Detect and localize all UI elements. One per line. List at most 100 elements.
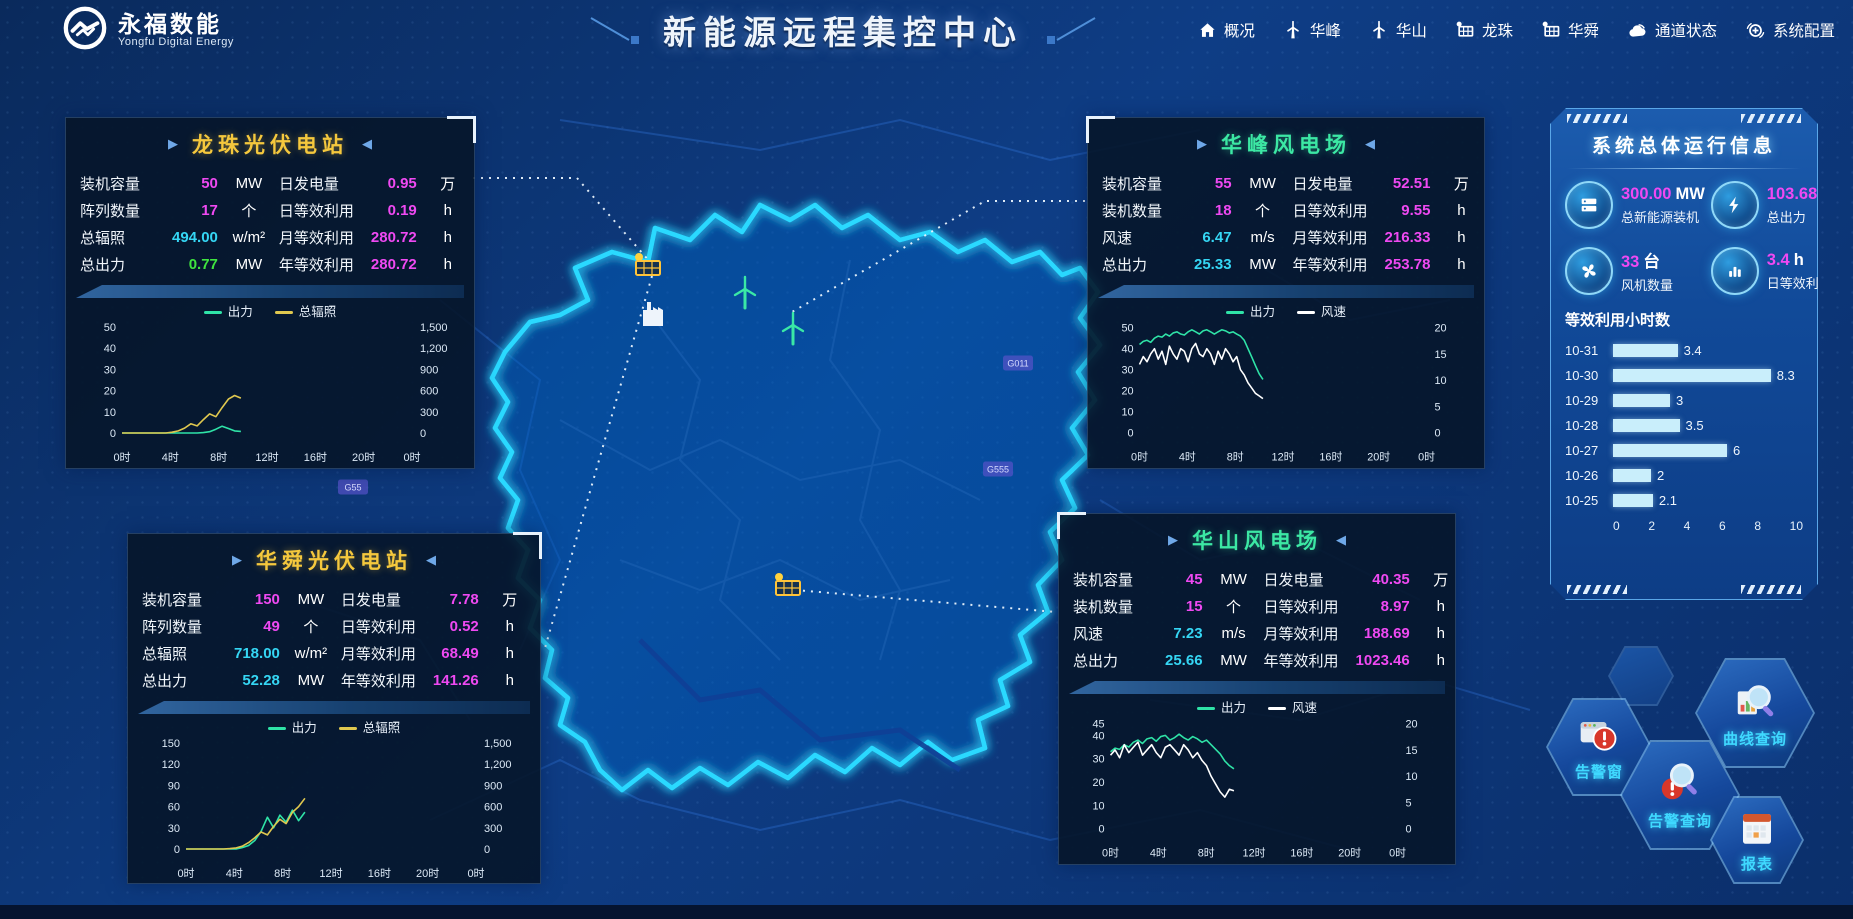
nav-item-概况[interactable]: 概况 <box>1198 19 1255 41</box>
stat-label: 总辐照 <box>80 227 172 248</box>
svg-text:900: 900 <box>420 364 438 376</box>
stat-value: 45 <box>1165 571 1212 588</box>
bar-fill <box>1613 494 1653 507</box>
stat-row: 月等效利用216.33h <box>1293 224 1484 251</box>
legend-entry: 总辐照 <box>339 717 401 736</box>
stat-value: 25.33 <box>1194 256 1241 273</box>
huafeng-output-chart: 01020304050051015200时4时8时12时16时20时0时 <box>1092 321 1480 469</box>
svg-text:600: 600 <box>484 802 502 814</box>
stat-unit: MW <box>227 256 271 273</box>
page-title-block: 新能源远程集控中心 <box>585 6 1101 54</box>
svg-text:16时: 16时 <box>1319 450 1342 463</box>
svg-text:20时: 20时 <box>416 867 439 880</box>
svg-text:40: 40 <box>1092 730 1104 742</box>
stat-value: 150 <box>234 591 289 608</box>
svg-text:G55: G55 <box>344 483 361 493</box>
page-title: 新能源远程集控中心 <box>663 6 1023 54</box>
nav-item-通道状态[interactable]: 通道状态 <box>1627 19 1717 41</box>
legend-entry: 出力 <box>1197 697 1246 716</box>
stat-label: 日发电量 <box>341 589 433 610</box>
stat-label: 日发电量 <box>279 173 371 194</box>
nav-item-龙珠[interactable]: 龙珠 <box>1455 19 1513 41</box>
stat-unit: w/m² <box>227 229 271 246</box>
svg-text:20时: 20时 <box>352 451 375 464</box>
svg-text:1,500: 1,500 <box>484 738 512 750</box>
nav-item-华舜[interactable]: 华舜 <box>1541 19 1599 41</box>
stat-row: 日等效利用0.52h <box>341 613 532 640</box>
svg-text:20: 20 <box>1092 777 1104 789</box>
logo-name-en: Yongfu Digital Energy <box>118 36 234 48</box>
huashan-station-panel: ▶ 华山风电场 ◀ 装机容量45MW装机数量15个风速7.23m/s总出力25.… <box>1058 513 1456 865</box>
logo: 永福数能 Yongfu Digital Energy <box>62 5 234 56</box>
solar-panel-icon <box>1455 20 1475 40</box>
stat-unit: h <box>1439 229 1483 246</box>
bar-value: 8.3 <box>1777 368 1795 383</box>
stat-unit: 万 <box>488 589 532 610</box>
svg-text:1,200: 1,200 <box>484 759 512 771</box>
home-icon <box>1198 21 1217 40</box>
stat-row: 总辐照718.00w/m² <box>142 640 333 667</box>
svg-text:90: 90 <box>168 780 180 792</box>
stat-row: 日发电量7.78万 <box>341 586 532 613</box>
bar-chart-icon <box>1711 247 1759 295</box>
stat-label: 装机容量 <box>1073 569 1165 590</box>
bar-date: 10-29 <box>1565 393 1613 408</box>
svg-text:8时: 8时 <box>210 451 227 464</box>
stat-row: 月等效利用68.49h <box>341 640 532 667</box>
svg-text:150: 150 <box>162 738 180 750</box>
station-stats: 装机容量50MW阵列数量17个总辐照494.00w/m²总出力0.77MW 日发… <box>66 164 474 280</box>
svg-text:15: 15 <box>1434 349 1446 361</box>
svg-text:900: 900 <box>484 780 502 792</box>
system-stat: 3.4h日等效利用 <box>1711 247 1851 295</box>
stat-row: 日等效利用8.97h <box>1264 593 1463 620</box>
channel-status-icon <box>1627 20 1648 41</box>
hatch-decor <box>1567 114 1627 123</box>
bar-date: 10-30 <box>1565 368 1613 383</box>
svg-text:20: 20 <box>1405 719 1417 731</box>
svg-text:8时: 8时 <box>1198 846 1215 859</box>
system-config-icon <box>1745 20 1766 41</box>
stats-left-column: 装机容量45MW装机数量15个风速7.23m/s总出力25.66MW <box>1073 566 1256 674</box>
logo-icon <box>62 5 108 56</box>
stat-value: 40.35 <box>1356 571 1419 588</box>
system-stat: 103.68MW总出力 <box>1711 181 1851 229</box>
svg-text:10: 10 <box>1092 800 1104 812</box>
svg-text:4时: 4时 <box>1150 846 1167 859</box>
stat-unit: h <box>1419 598 1463 615</box>
svg-text:45: 45 <box>1092 719 1104 731</box>
corner-bracket <box>1057 512 1086 539</box>
title-decor-right <box>1037 14 1101 46</box>
chart-header-bar <box>1098 285 1474 298</box>
stat-unit: 万 <box>1439 173 1483 194</box>
svg-text:8时: 8时 <box>1227 450 1244 463</box>
nav-label: 系统配置 <box>1773 19 1835 41</box>
title-decor-left <box>585 14 649 46</box>
stat-unit: 个 <box>289 616 333 637</box>
svg-text:0时: 0时 <box>467 867 484 880</box>
svg-text:30: 30 <box>1121 365 1133 377</box>
svg-text:60: 60 <box>168 802 180 814</box>
system-info-panel: 系统总体运行信息 300.00MW总新能源装机103.68MW总出力33台风机数… <box>1550 108 1818 600</box>
svg-text:1,500: 1,500 <box>420 322 448 334</box>
stat-unit: h <box>1419 652 1463 669</box>
stat-value: 0.52 <box>433 618 488 635</box>
stat-row: 装机数量18个 <box>1102 197 1285 224</box>
svg-text:10: 10 <box>1121 407 1133 419</box>
stat-unit: m/s <box>1241 229 1285 246</box>
svg-text:16时: 16时 <box>1290 846 1313 859</box>
stat-label: 总出力 <box>142 670 234 691</box>
svg-text:0时: 0时 <box>1389 846 1406 859</box>
stat-value: 0.77 <box>172 256 227 273</box>
nav-item-华山[interactable]: 华山 <box>1369 19 1427 41</box>
svg-text:300: 300 <box>484 823 502 835</box>
bar-row: 10-262 <box>1565 463 1803 488</box>
svg-text:1,200: 1,200 <box>420 343 448 355</box>
nav-label: 概况 <box>1224 19 1255 41</box>
stat-unit: 个 <box>1241 200 1285 221</box>
stat-row: 总出力52.28MW <box>142 667 333 694</box>
stat-unit: h <box>1419 625 1463 642</box>
equivalent-hours-chart: 10-313.410-308.310-29310-283.510-27610-2… <box>1565 338 1803 533</box>
station-title: 华峰风电场 <box>1221 129 1351 159</box>
nav-item-华峰[interactable]: 华峰 <box>1283 19 1341 41</box>
nav-item-系统配置[interactable]: 系统配置 <box>1745 19 1835 41</box>
